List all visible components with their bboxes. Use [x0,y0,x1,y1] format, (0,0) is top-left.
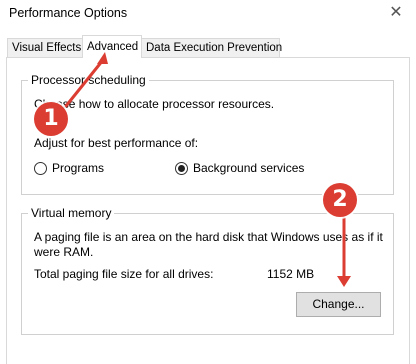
processor-description: Choose how to allocate processor resourc… [34,97,275,111]
programs-radio[interactable] [34,162,47,175]
virtual-memory-group: Virtual memory A paging file is an area … [21,206,394,335]
processor-scheduling-group: Processor scheduling Choose how to alloc… [21,73,394,195]
total-paging-value: 1152 MB [267,267,315,281]
background-services-radio[interactable] [175,162,188,175]
processor-scheduling-title: Processor scheduling [28,73,149,87]
adjust-label: Adjust for best performance of: [34,136,199,150]
close-icon[interactable]: ✕ [386,2,406,24]
virtual-memory-title: Virtual memory [28,206,115,220]
tab-visual-effects[interactable]: Visual Effects [7,38,83,57]
programs-label[interactable]: Programs [52,161,104,175]
window-title: Performance Options [9,6,128,20]
tab-strip: Visual Effects Advanced Data Execution P… [0,30,416,58]
total-paging-label: Total paging file size for all drives: [34,267,214,281]
annotation-badge-1: 1 [34,102,68,136]
title-bar: Performance Options ✕ [0,0,416,30]
virtual-memory-description-line2: were RAM. [34,245,94,259]
virtual-memory-description-line1: A paging file is an area on the hard dis… [34,230,383,244]
change-button[interactable]: Change... [296,292,381,317]
annotation-badge-2: 2 [323,183,357,217]
background-services-label[interactable]: Background services [193,161,304,175]
tab-advanced[interactable]: Advanced [82,35,142,58]
tab-data-execution-prevention[interactable]: Data Execution Prevention [141,38,282,57]
radio-selected-dot [178,165,185,172]
